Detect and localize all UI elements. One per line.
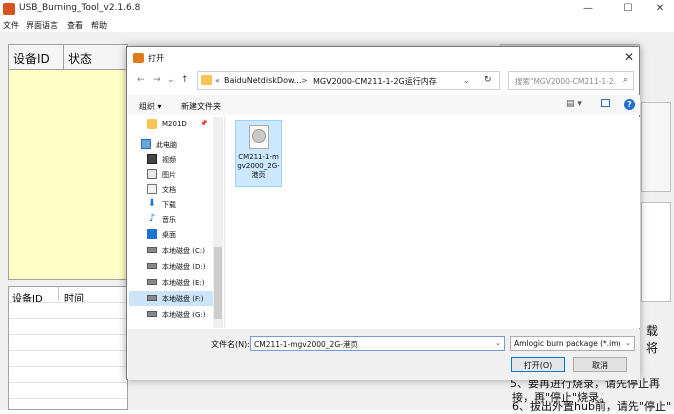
refresh-icon[interactable]: ↻ (484, 75, 492, 85)
nav-item-pictures[interactable]: 图片 (129, 167, 213, 182)
open-file-dialog: 打开 ✕ ← → ⌄ ↑ « BaiduNetdiskDow... > MGV2… (126, 46, 640, 380)
search-icon[interactable]: ⌕ (623, 75, 628, 85)
disc-icon (252, 129, 266, 143)
nav-item-drive-c[interactable]: 本地磁盘 (C:) (129, 243, 213, 258)
chevron-down-icon[interactable]: ⌄ (495, 339, 501, 347)
drive-icon (147, 263, 157, 269)
log-panel (641, 202, 671, 302)
drive-icon (147, 295, 157, 301)
help-icon[interactable]: ? (624, 99, 635, 110)
header-divider (63, 44, 64, 70)
folder-icon (147, 119, 157, 129)
nav-item-m201d[interactable]: M201D 📌 (129, 117, 213, 132)
filename-value: CM211-1-mgv2000_2G-港页 (254, 340, 358, 349)
forward-arrow-icon[interactable]: → (153, 75, 161, 85)
nav-item-downloads[interactable]: ⬇ 下载 (129, 197, 213, 212)
menu-file[interactable]: 文件 (3, 20, 19, 31)
nav-item-label: 本地磁盘 (F:) (162, 295, 204, 303)
drive-icon (147, 247, 157, 253)
music-icon: ♪ (148, 213, 156, 224)
nav-item-drive-f[interactable]: 本地磁盘 (F:) (129, 291, 213, 306)
cancel-button-label: 取消 (592, 361, 608, 370)
drive-icon (147, 279, 157, 285)
chevron-down-icon[interactable]: ⌄ (463, 76, 470, 85)
open-button-label: 打开(O) (523, 361, 553, 370)
address-overflow[interactable]: « (215, 76, 220, 85)
image-icon (147, 169, 157, 179)
column-header-status[interactable]: 状态 (68, 50, 92, 67)
nav-item-label: 本地磁盘 (G:) (162, 311, 206, 319)
maximize-icon[interactable]: ☐ (618, 2, 638, 16)
back-arrow-icon[interactable]: ← (137, 75, 145, 85)
table-row (9, 334, 127, 335)
nav-item-label: 下载 (162, 201, 176, 209)
nav-item-label: 本地磁盘 (C:) (162, 247, 205, 255)
dialog-title: 打开 (148, 54, 164, 63)
preview-pane-icon[interactable] (601, 99, 610, 107)
chevron-down-icon[interactable]: ⌄ (625, 339, 631, 347)
settings-panel (641, 102, 671, 192)
up-arrow-icon[interactable]: ↑ (181, 75, 189, 85)
nav-item-documents[interactable]: 文档 (129, 182, 213, 197)
app-logo-icon (3, 3, 15, 15)
search-placeholder: 搜索"MGV2000-CM211-1-2... (515, 77, 615, 86)
desktop-icon (147, 229, 157, 239)
nav-item-music[interactable]: ♪ 音乐 (129, 212, 213, 227)
nav-item-this-pc[interactable]: 此电脑 (129, 137, 213, 152)
nav-item-drive-g[interactable]: 本地磁盘 (G:) (129, 307, 213, 322)
nav-item-label: 文档 (162, 186, 176, 194)
table-row (9, 350, 127, 351)
menu-language[interactable]: 界面语言 (26, 20, 58, 31)
column-header-device-id[interactable]: 设备ID (13, 50, 50, 67)
nav-item-desktop[interactable]: 桌面 (129, 227, 213, 242)
nav-item-label: 视频 (162, 156, 176, 164)
nav-item-label: 此电脑 (156, 141, 177, 149)
device-status-table (8, 44, 128, 280)
view-options-icon[interactable]: ▤ ▾ (566, 99, 582, 109)
document-icon (147, 184, 157, 194)
nav-item-drive-e[interactable]: 本地磁盘 (E:) (129, 275, 213, 290)
close-icon[interactable]: ✕ (650, 2, 670, 16)
computer-icon (141, 139, 151, 149)
pin-icon[interactable]: 📌 (200, 120, 207, 127)
file-name: CM211-1-mgv2000_2G-港页 (237, 153, 280, 179)
new-folder-button[interactable]: 新建文件夹 (181, 101, 221, 112)
nav-item-label: M201D (162, 120, 187, 128)
instruction-text: 6、拔出外置hub前，请先"停止" (512, 400, 672, 413)
organize-button[interactable]: 组织 ▾ (139, 101, 162, 112)
drive-icon (147, 311, 157, 317)
video-icon (147, 154, 157, 164)
side-text: 载 (646, 324, 659, 338)
menu-view[interactable]: 查看 (67, 20, 83, 31)
close-icon[interactable]: ✕ (624, 50, 634, 64)
minimize-icon[interactable]: — (578, 2, 598, 16)
nav-item-label: 本地磁盘 (E:) (162, 279, 205, 287)
table-row (9, 366, 127, 367)
filename-label: 文件名(N): (211, 340, 250, 349)
nav-item-label: 音乐 (162, 216, 176, 224)
dialog-app-icon (133, 53, 144, 63)
nav-item-label: 图片 (162, 171, 176, 179)
app-title: USB_Burning_Tool_v2.1.6.8 (19, 3, 141, 13)
folder-icon (201, 75, 212, 85)
breadcrumb-segment[interactable]: MGV2000-CM211-1-2G运行内存 (313, 76, 437, 87)
chevron-down-icon[interactable]: ⌄ (167, 75, 175, 85)
breadcrumb-segment[interactable]: BaiduNetdiskDow... (224, 76, 301, 85)
menu-help[interactable]: 帮助 (91, 20, 107, 31)
header-divider (58, 287, 59, 301)
table-row (9, 302, 127, 303)
nav-item-drive-d[interactable]: 本地磁盘 (D:) (129, 259, 213, 274)
side-text: 将 (646, 341, 659, 355)
breadcrumb-separator[interactable]: > (301, 76, 308, 85)
table-row (9, 382, 127, 383)
filetype-value: Amlogic burn package (*.img) (514, 339, 620, 348)
file-list (225, 117, 640, 328)
download-icon: ⬇ (147, 198, 157, 209)
nav-scrollbar-thumb[interactable] (214, 247, 222, 319)
nav-item-label: 本地磁盘 (D:) (162, 263, 206, 271)
table-row (9, 398, 127, 399)
nav-item-label: 桌面 (162, 231, 176, 239)
nav-item-videos[interactable]: 视频 (129, 152, 213, 167)
table-row (9, 318, 127, 319)
